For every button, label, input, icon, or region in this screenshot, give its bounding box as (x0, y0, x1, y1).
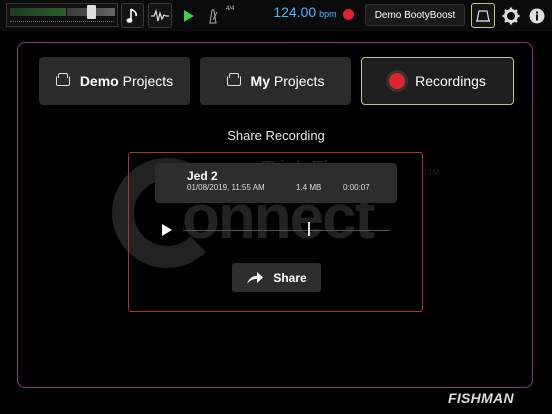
drum-pad-button[interactable] (471, 3, 495, 28)
fishman-logo: FISHMAN (448, 390, 514, 406)
metronome-icon (209, 9, 218, 23)
volume-slider-handle[interactable] (87, 5, 96, 19)
tempo-value: 124.00 (273, 4, 317, 20)
gear-icon (502, 7, 520, 24)
metronome-button[interactable] (203, 3, 247, 28)
recording-name: Jed 2 (187, 169, 218, 183)
tab-label: Recordings (415, 73, 486, 89)
folder-icon (226, 73, 241, 86)
folder-icon (55, 73, 70, 86)
tab-recordings[interactable]: Recordings (361, 57, 514, 105)
top-toolbar: 4/4 124.00 bpm Demo BootyBoost (0, 0, 552, 31)
waveform-button[interactable] (148, 3, 172, 28)
info-icon (529, 8, 545, 23)
music-note-icon (126, 7, 137, 23)
waveform-icon (151, 8, 169, 21)
share-arrow-icon (247, 271, 264, 284)
music-note-button[interactable] (121, 3, 144, 28)
record-button[interactable] (343, 9, 354, 20)
time-signature: 4/4 (226, 6, 235, 12)
tab-label: Demo Projects (79, 73, 174, 89)
drum-pad-icon (476, 9, 490, 22)
recording-item[interactable]: Jed 2 01/08/2019, 11:55 AM 1.4 MB 0:00:0… (155, 163, 397, 203)
recording-date: 01/08/2019, 11:55 AM (187, 183, 265, 192)
play-icon (184, 9, 194, 22)
share-recording-title: Share Recording (227, 128, 325, 143)
recording-size: 1.4 MB (296, 183, 322, 192)
play-button[interactable] (177, 3, 201, 28)
meter-level-green (10, 8, 66, 16)
tab-my-projects[interactable]: My Projects (200, 57, 351, 105)
play-icon[interactable] (160, 222, 174, 238)
tab-label: My Projects (250, 73, 325, 89)
level-meter[interactable] (6, 3, 118, 27)
meter-scale (10, 21, 114, 25)
song-selector[interactable]: Demo BootyBoost (365, 4, 465, 26)
share-button-label: Share (273, 270, 307, 285)
recording-duration: 0:00:07 (343, 183, 370, 192)
playback-scrubber[interactable] (183, 230, 390, 231)
tab-demo-projects[interactable]: Demo Projects (39, 57, 190, 105)
tempo-unit: bpm (319, 9, 337, 19)
info-button[interactable] (526, 3, 548, 28)
scrubber-handle[interactable] (308, 222, 311, 236)
settings-button[interactable] (499, 3, 523, 28)
record-icon (389, 73, 406, 89)
share-button[interactable]: Share (232, 263, 321, 292)
